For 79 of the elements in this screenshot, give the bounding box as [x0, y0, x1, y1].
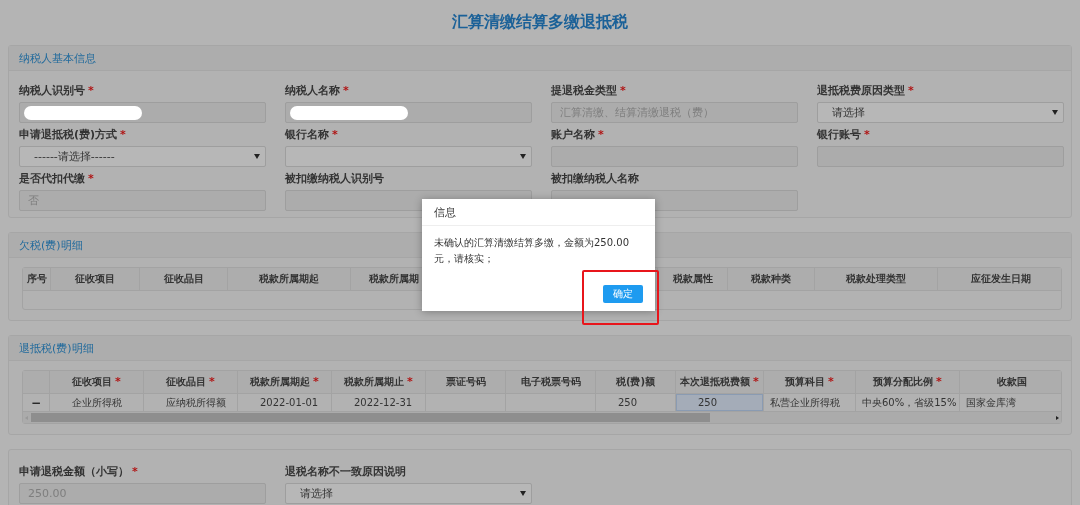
select-field[interactable]: 请选择	[817, 102, 1064, 123]
table-cell: 企业所得税	[50, 394, 144, 411]
column-header: 征收项目	[72, 375, 113, 389]
required-mark: *	[209, 376, 215, 388]
field-label: 是否代扣代缴	[19, 171, 85, 187]
field-label: 纳税人识别号	[19, 83, 85, 99]
page-title: 汇算清缴结算多缴退抵税	[451, 11, 629, 33]
input-field[interactable]	[19, 102, 266, 123]
field-label: 申请退税金额（小写）	[19, 464, 129, 480]
table-cell-text: 国家金库湾	[965, 395, 1017, 410]
table-cell: 2022-01-01	[238, 394, 332, 411]
panel-title: 欠税(费)明细	[19, 237, 83, 253]
caret-icon	[520, 491, 526, 496]
field-label: 提退税金类型	[551, 83, 617, 99]
column-header: 税款所属期	[369, 272, 419, 286]
column-header: 收款国	[996, 375, 1027, 389]
dialog-title: 信息	[434, 204, 456, 220]
column-header: 预算分配比例	[873, 375, 934, 389]
required-mark: *	[88, 85, 94, 97]
required-mark: *	[864, 129, 870, 141]
column-header: 税款种类	[751, 272, 791, 286]
table-cell: 中央60%，省级15%	[856, 394, 960, 411]
input-field[interactable]	[285, 102, 532, 123]
field-label: 银行名称	[285, 127, 329, 143]
field-label: 退抵税费原因类型	[817, 83, 905, 99]
field-label: 被扣缴纳税人识别号	[285, 171, 384, 187]
caret-icon	[1052, 110, 1058, 115]
required-mark: *	[120, 129, 126, 141]
required-mark: *	[88, 173, 94, 185]
field-label: 账户名称	[551, 127, 595, 143]
column-header: 税(费)额	[615, 375, 656, 389]
confirm-button[interactable]: 确定	[603, 285, 643, 303]
column-header: 序号	[26, 272, 47, 286]
required-mark: *	[598, 129, 604, 141]
column-header: 税款所属期起	[259, 272, 319, 286]
field-label: 退税名称不一致原因说明	[285, 464, 406, 480]
required-mark: *	[908, 85, 914, 97]
amount-field[interactable]: 250	[676, 394, 764, 411]
required-mark: *	[132, 466, 138, 478]
caret-icon	[520, 154, 526, 159]
column-header: 税款处理类型	[846, 272, 906, 286]
column-header: 税款所属期起	[250, 375, 311, 389]
required-mark: *	[115, 376, 121, 388]
table-cell: 应纳税所得额	[144, 394, 238, 411]
column-header: 电子税票号码	[520, 375, 581, 389]
dialog-message: 未确认的汇算清缴结算多缴，金额为250.00元，请核实；	[434, 236, 630, 266]
required-mark: *	[332, 129, 338, 141]
panel-title: 退抵税(费)明细	[19, 340, 94, 356]
required-mark: *	[620, 85, 626, 97]
column-header: 预算科目	[785, 375, 826, 389]
field-label: 纳税人名称	[285, 83, 340, 99]
required-mark: *	[407, 376, 413, 388]
column-header: 应征发生日期	[970, 272, 1031, 286]
field-label: 银行账号	[817, 127, 861, 143]
column-header: 税款属性	[672, 272, 713, 286]
column-header: 征收项目	[75, 272, 115, 286]
remove-row-button[interactable]: −	[23, 394, 50, 411]
column-header: 本次退抵税费额	[680, 375, 751, 389]
select-field[interactable]: ------请选择------	[19, 146, 266, 167]
caret-icon	[254, 154, 260, 159]
column-header: 征收品目	[163, 272, 204, 286]
column-header: 票证号码	[445, 375, 486, 389]
required-mark: *	[936, 376, 942, 388]
scrollbar-thumb[interactable]	[31, 413, 710, 422]
scroll-right-icon[interactable]	[1053, 413, 1061, 422]
select-field[interactable]	[285, 146, 532, 167]
panel-title: 纳税人基本信息	[19, 50, 96, 66]
required-mark: *	[343, 85, 349, 97]
column-header: 征收品目	[166, 375, 207, 389]
table-cell: 私营企业所得税	[764, 394, 856, 411]
horizontal-scrollbar[interactable]	[23, 412, 1061, 423]
column-header: 税款所属期止	[344, 375, 405, 389]
select-field[interactable]: 请选择	[285, 483, 532, 504]
table-cell: 2022-12-31	[332, 394, 426, 411]
field-label: 申请退抵税(费)方式	[19, 127, 118, 143]
required-mark: *	[313, 376, 319, 388]
required-mark: *	[753, 376, 759, 388]
field-label: 被扣缴纳税人名称	[551, 171, 639, 187]
required-mark: *	[828, 376, 834, 388]
